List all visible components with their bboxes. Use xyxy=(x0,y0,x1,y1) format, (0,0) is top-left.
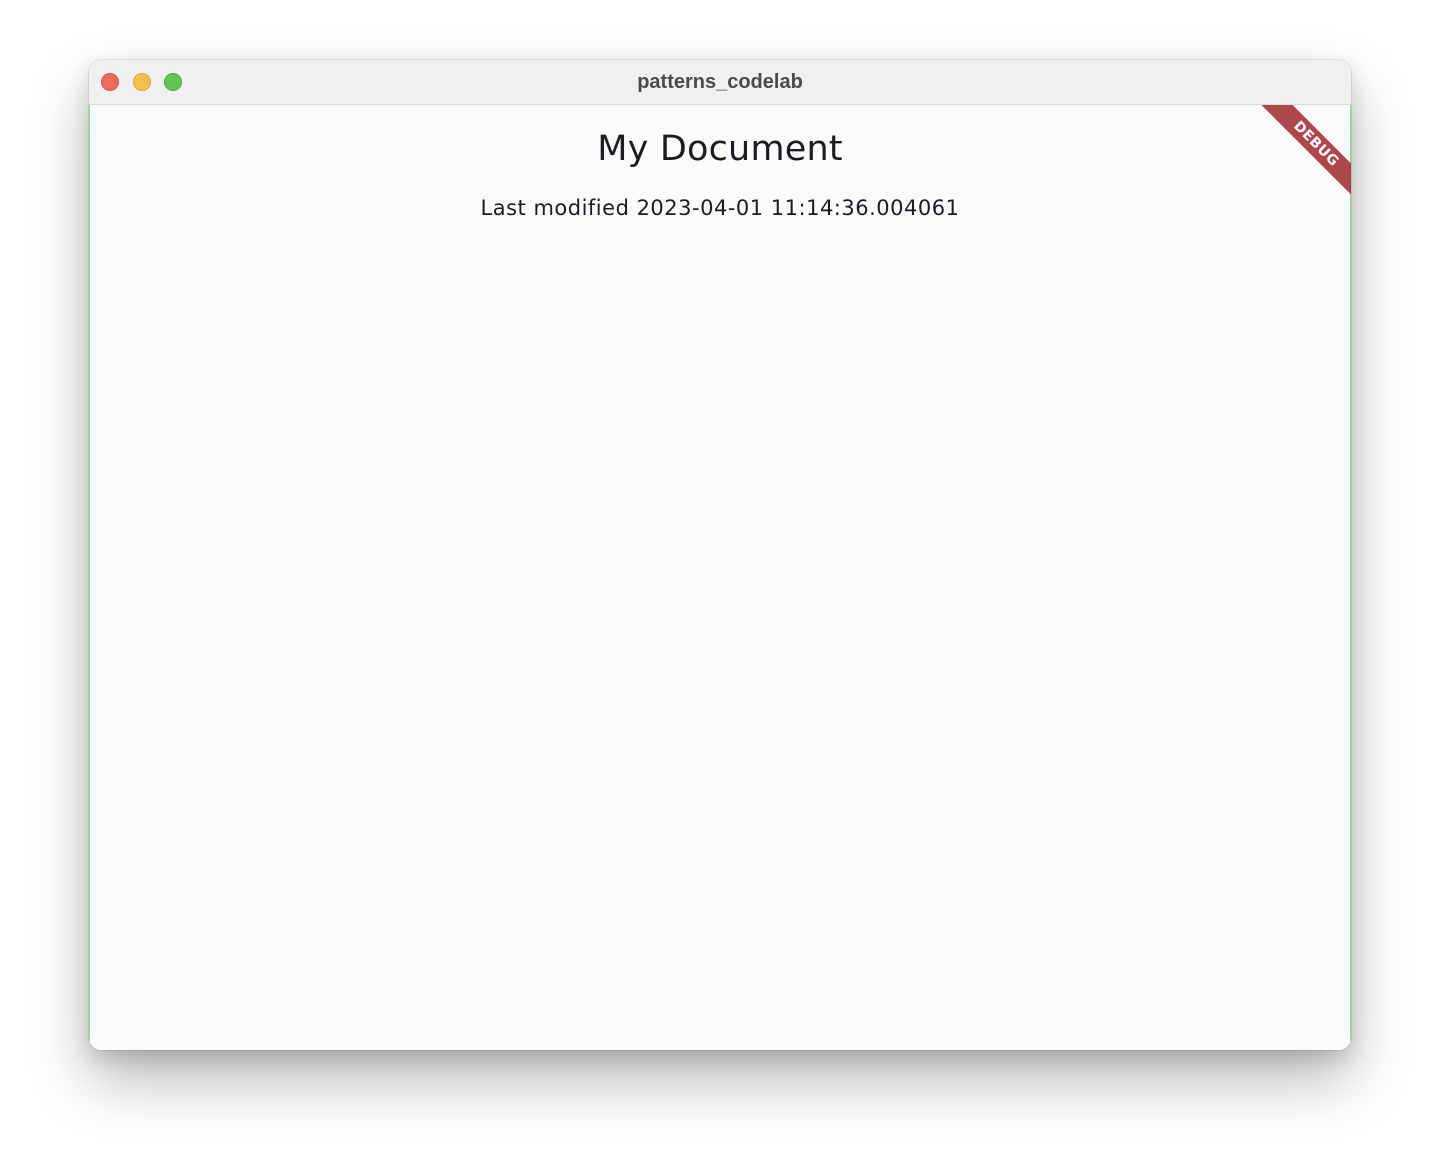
window-title: patterns_codelab xyxy=(637,71,803,93)
document-title: My Document xyxy=(597,129,843,169)
title-bar[interactable]: patterns_codelab xyxy=(89,60,1351,105)
last-modified-text: Last modified 2023-04-01 11:14:36.004061 xyxy=(480,196,960,220)
app-window: patterns_codelab My Document Last modifi… xyxy=(89,60,1351,1050)
document-content: My Document Last modified 2023-04-01 11:… xyxy=(89,105,1351,1050)
